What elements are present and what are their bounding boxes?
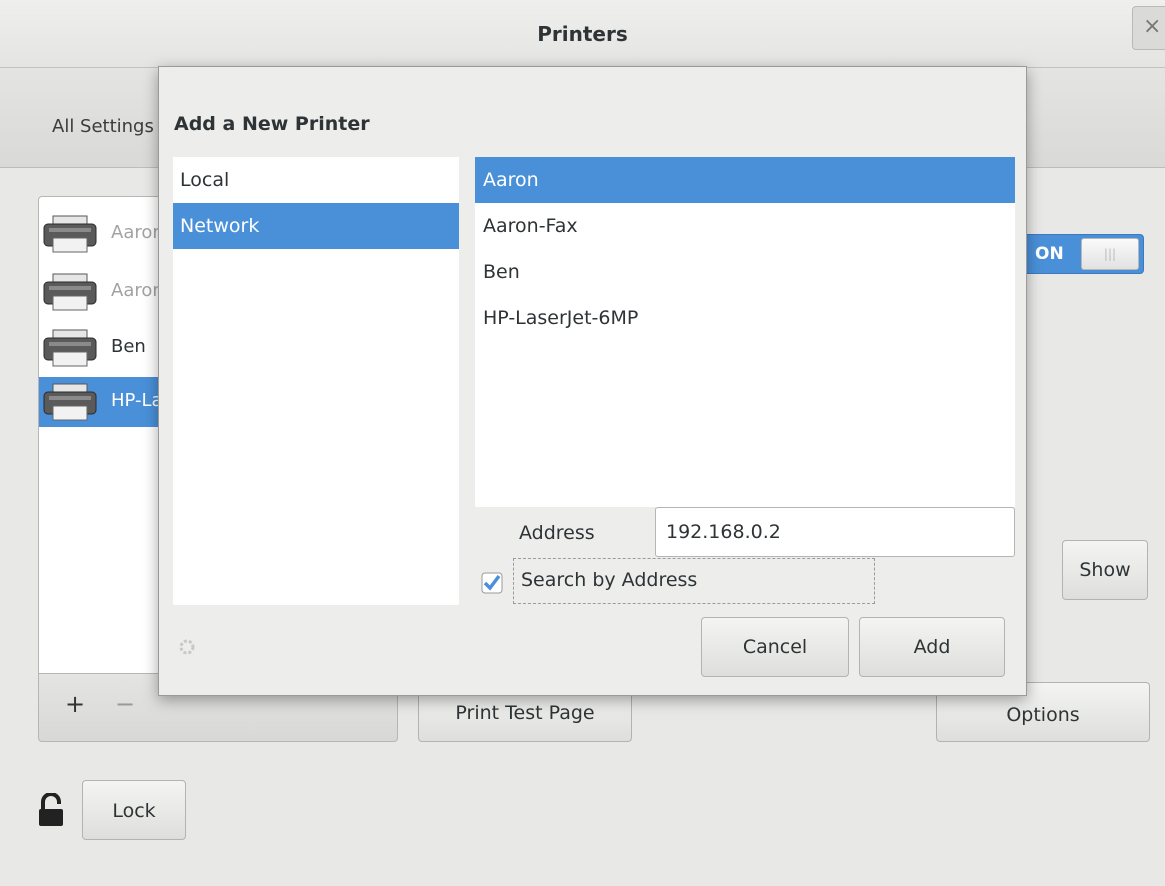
switch-knob[interactable]: |||	[1081, 238, 1139, 270]
address-label: Address	[519, 522, 595, 544]
device-list-item[interactable]: HP-LaserJet-6MP	[475, 295, 1015, 341]
add-button[interactable]: Add	[859, 617, 1005, 677]
all-settings-button[interactable]: All Settings	[52, 116, 154, 137]
add-printer-button[interactable]: +	[65, 690, 85, 718]
cancel-button[interactable]: Cancel	[701, 617, 849, 677]
connection-type-list[interactable]: Local Network	[173, 157, 459, 605]
lock-icon	[39, 793, 63, 826]
device-name: Aaron-Fax	[483, 215, 578, 237]
device-name: Ben	[483, 261, 520, 283]
printer-list-item-selected[interactable]: HP-LaserJet-6MP	[39, 377, 258, 427]
checkbox-icon[interactable]	[481, 572, 503, 594]
search-by-address-label[interactable]: Search by Address	[521, 569, 697, 591]
printer-icon	[43, 273, 97, 311]
switch-on-label: ON	[1035, 244, 1064, 264]
printer-icon	[43, 215, 97, 253]
printer-enabled-switch[interactable]: ON |||	[1022, 234, 1144, 274]
connection-type-label: Local	[180, 169, 230, 191]
connection-type-label: Network	[180, 215, 260, 237]
lock-button[interactable]: Lock	[82, 780, 186, 840]
device-list-item[interactable]: Aaron-Fax	[475, 203, 1015, 249]
dialog-title: Add a New Printer	[174, 113, 370, 135]
connection-type-local[interactable]: Local	[173, 157, 459, 203]
remove-printer-button[interactable]: −	[115, 690, 135, 718]
device-list-item[interactable]: Ben	[475, 249, 1015, 295]
window-title: Printers	[537, 22, 628, 46]
printer-name: Ben	[111, 336, 146, 357]
close-icon[interactable]: ×	[1132, 6, 1165, 50]
device-list[interactable]: Aaron Aaron-Fax Ben HP-LaserJet-6MP	[475, 157, 1015, 507]
printer-name: Aaron	[111, 222, 164, 243]
show-jobs-button[interactable]: Show	[1062, 540, 1148, 600]
address-input[interactable]	[655, 507, 1015, 557]
device-name: HP-LaserJet-6MP	[483, 307, 639, 329]
connection-type-network[interactable]: Network	[173, 203, 459, 249]
add-printer-dialog: Add a New Printer Local Network Aaron Aa…	[158, 66, 1027, 696]
spinner-icon	[179, 639, 195, 655]
printer-icon	[43, 383, 97, 421]
printer-icon	[43, 329, 97, 367]
window-titlebar: Printers ×	[0, 0, 1165, 68]
device-name: Aaron	[483, 169, 539, 191]
device-list-item-selected[interactable]: Aaron	[475, 157, 1015, 203]
